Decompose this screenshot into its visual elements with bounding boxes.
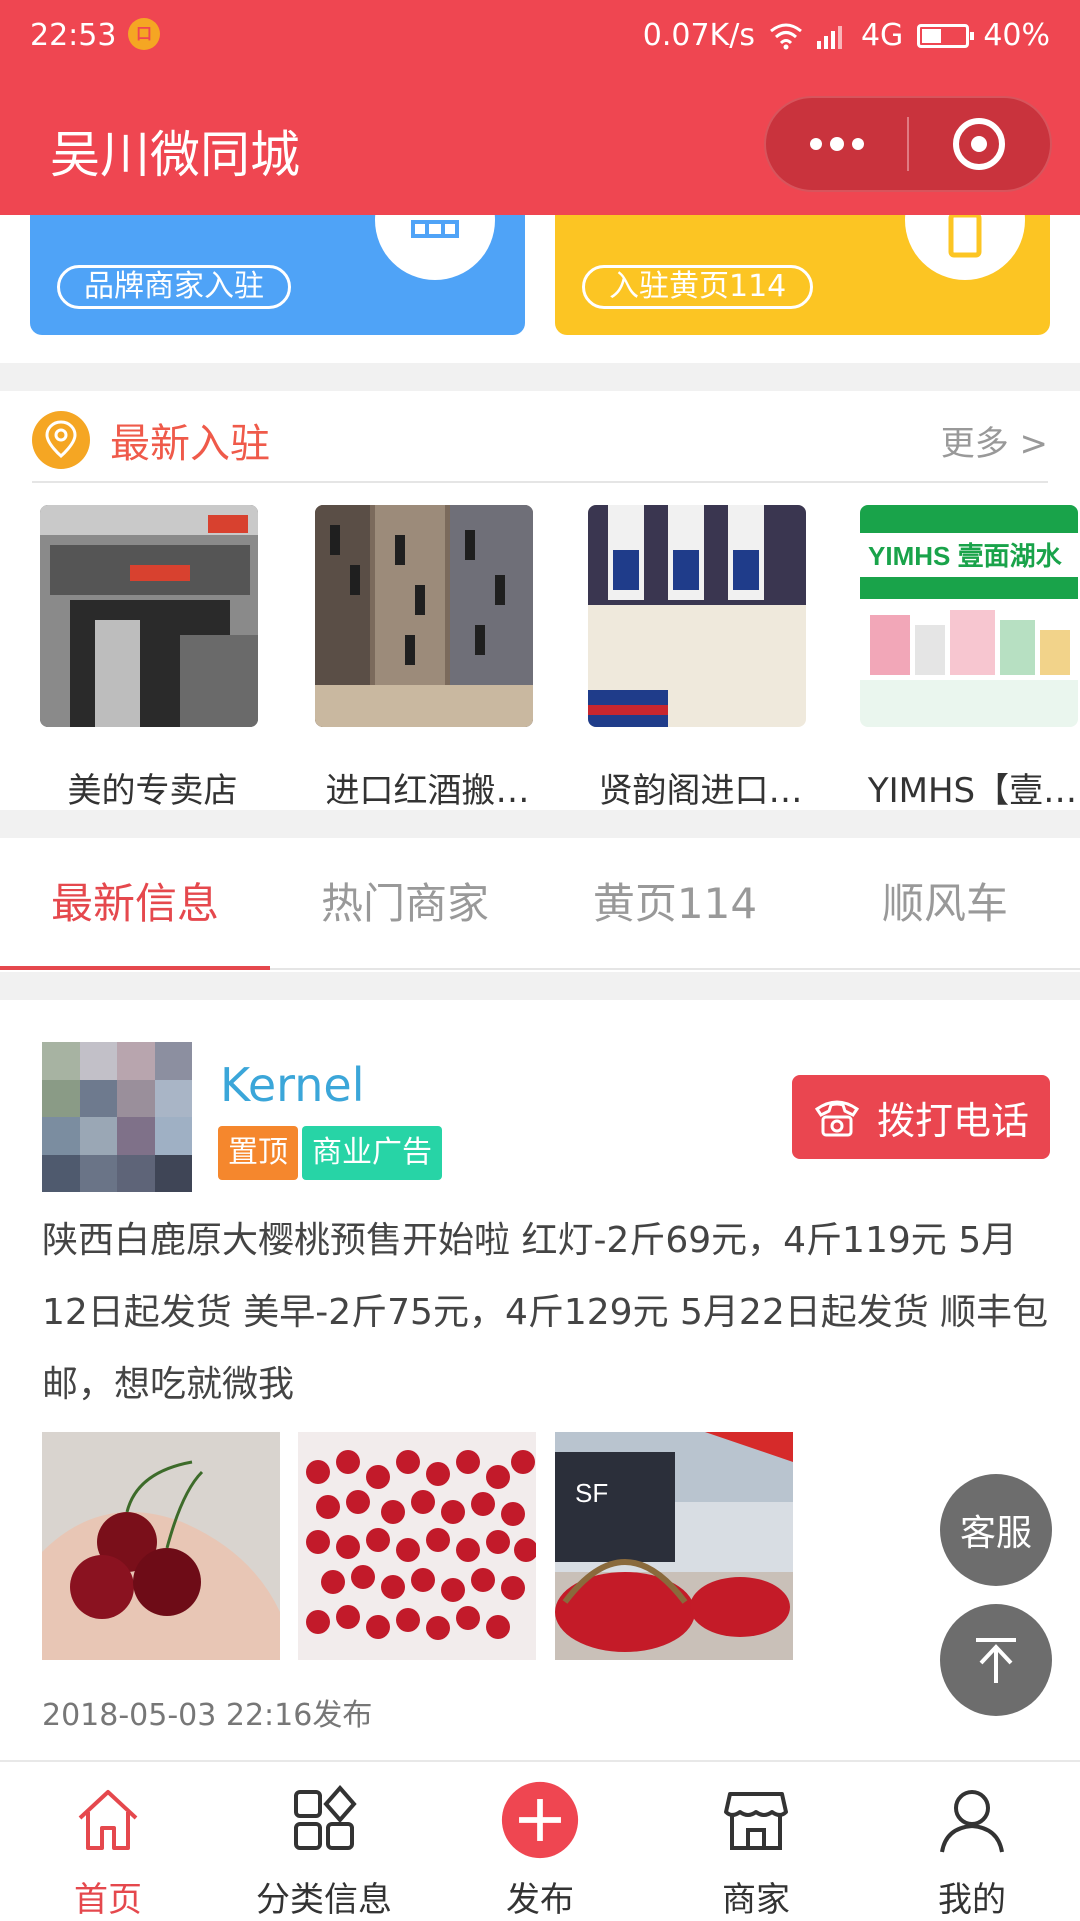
tab-hot-merchants[interactable]: 热门商家 (270, 838, 540, 968)
newest-section-title: 最新入驻 (110, 421, 270, 467)
signal-icon (816, 25, 842, 49)
phone-icon (905, 215, 1025, 280)
post-timestamp: 2018-05-03 22:16发布 (42, 1698, 373, 1733)
post-content: 陕西白鹿原大樱桃预售开始啦 红灯-2斤69元，4斤119元 5月12日起发货 美… (42, 1220, 1049, 1405)
category-icon (284, 1780, 364, 1860)
shop-card[interactable]: 贤韵阁进口… (588, 505, 813, 810)
back-to-top-button[interactable] (940, 1604, 1052, 1716)
shop-card[interactable]: 进口红酒搬… (315, 505, 540, 810)
nav-home-label: 首页 (74, 1880, 142, 1920)
call-button[interactable]: 拨打电话 (792, 1075, 1050, 1159)
nav-publish-label: 发布 (506, 1880, 574, 1920)
post-image[interactable] (298, 1432, 536, 1660)
yellow-pages-banner[interactable]: 入驻黄页114 (555, 215, 1050, 335)
brand-logo-text: YIMHS 壹面湖水 (868, 541, 1063, 571)
info-tabs: 最新信息 热门商家 黄页114 顺风车 (0, 838, 1080, 970)
nav-merchants[interactable]: 商家 (648, 1762, 864, 1920)
nav-merchants-label: 商家 (722, 1880, 790, 1920)
shop-name: YIMHS【壹… (867, 771, 1078, 810)
post-image[interactable]: SF (555, 1432, 793, 1660)
newest-shops-list: 美的专卖店 进口红酒搬… 贤韵阁进口… YIMHS 壹面湖水 YIMHS【壹… (0, 505, 1080, 810)
phone-icon (814, 1100, 860, 1137)
tab-latest-info[interactable]: 最新信息 (0, 838, 270, 970)
nav-home[interactable]: 首页 (0, 1762, 216, 1920)
avatar[interactable] (42, 1042, 192, 1192)
user-icon (932, 1780, 1012, 1860)
section-divider (0, 810, 1080, 838)
yellow-pages-button[interactable]: 入驻黄页114 (582, 265, 814, 309)
nav-category[interactable]: 分类信息 (216, 1762, 432, 1920)
nav-category-label: 分类信息 (256, 1880, 392, 1920)
app-title: 吴川微同城 (50, 126, 300, 184)
shop-icon (716, 1780, 796, 1860)
close-miniprogram-icon[interactable] (909, 98, 1050, 190)
newest-more-link[interactable]: 更多 > (941, 416, 1048, 465)
section-divider (0, 363, 1080, 391)
post-image[interactable] (42, 1432, 280, 1660)
battery-level: 40% (983, 18, 1050, 53)
call-button-label: 拨打电话 (876, 1098, 1029, 1143)
arrow-up-icon (976, 1638, 1016, 1683)
add-icon (500, 1780, 580, 1860)
shop-name: 进口红酒搬… (325, 771, 530, 810)
shop-image (315, 505, 533, 727)
location-pin-icon (32, 411, 90, 469)
home-icon (68, 1780, 148, 1860)
miniprogram-capsule (764, 96, 1052, 192)
shop-image (588, 505, 806, 727)
post-username[interactable]: Kernel (220, 1058, 365, 1112)
status-bar: 22:53 口 0.07K/s 4G 40% (0, 0, 1080, 75)
section-divider (0, 972, 1080, 1000)
bottom-navigation: 首页 分类信息 发布 商家 我的 (0, 1760, 1080, 1920)
brand-merchant-banner[interactable]: 品牌商家入驻 (30, 215, 525, 335)
pinned-badge: 置顶 (218, 1126, 298, 1180)
shop-image (40, 505, 258, 727)
banner-circle-icon (375, 215, 495, 280)
shop-card[interactable]: 美的专卖店 (40, 505, 265, 810)
customer-service-button[interactable]: 客服 (940, 1474, 1052, 1586)
shop-name: 美的专卖店 (67, 771, 238, 810)
notification-icon: 口 (128, 18, 160, 50)
status-time: 22:53 (30, 18, 117, 53)
status-right: 0.07K/s 4G 40% (643, 18, 1050, 53)
newest-section-header: 最新入驻 更多 > (0, 391, 1080, 483)
header-bar: 22:53 口 0.07K/s 4G 40% 吴川微同城 (0, 0, 1080, 215)
nav-publish[interactable]: 发布 (432, 1762, 648, 1920)
network-type: 4G (860, 18, 904, 53)
nav-mine[interactable]: 我的 (864, 1762, 1080, 1920)
shop-card[interactable]: YIMHS 壹面湖水 YIMHS【壹… (860, 505, 1080, 810)
divider (32, 481, 1048, 483)
tab-yellow-pages[interactable]: 黄页114 (540, 838, 810, 968)
shop-name: 贤韵阁进口… (598, 771, 803, 810)
more-options-icon[interactable] (766, 98, 907, 190)
wifi-icon (770, 23, 802, 49)
network-speed: 0.07K/s (642, 18, 755, 53)
truck-logo-text: SF (575, 1478, 608, 1508)
nav-mine-label: 我的 (938, 1880, 1006, 1920)
tab-carpool[interactable]: 顺风车 (810, 838, 1080, 968)
ad-badge: 商业广告 (302, 1126, 442, 1180)
battery-icon (917, 23, 975, 48)
brand-merchant-button[interactable]: 品牌商家入驻 (57, 265, 291, 309)
shop-image: YIMHS 壹面湖水 (860, 505, 1078, 727)
